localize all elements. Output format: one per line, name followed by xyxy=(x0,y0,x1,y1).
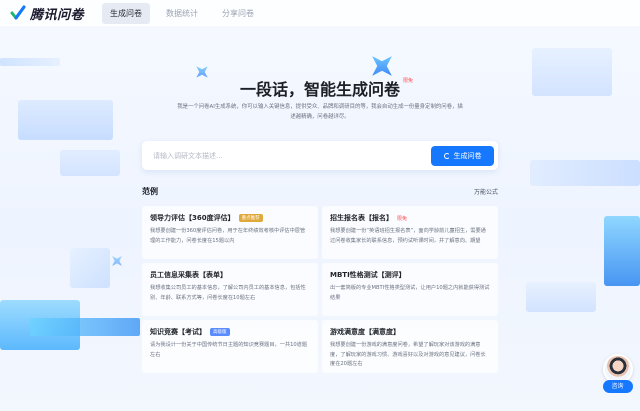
card-title: 员工信息采集表【表单】 xyxy=(150,271,227,279)
tab-generate[interactable]: 生成问卷 xyxy=(102,2,151,24)
decorative-block xyxy=(60,150,120,176)
decorative-block xyxy=(0,58,60,66)
prompt-input[interactable] xyxy=(153,151,431,160)
generate-survey-button[interactable]: 生成问卷 xyxy=(431,145,494,166)
example-card[interactable]: 游戏满意度【满意度】 我想要创建一份游戏的满意度问卷，希望了解玩家对该游戏的满意… xyxy=(322,320,498,373)
top-nav-bar: 腾讯问卷 生成问卷 数据统计 分享问卷 xyxy=(0,0,640,26)
decorative-block xyxy=(30,318,140,336)
formula-link[interactable]: 万能公式 xyxy=(474,187,498,196)
page-description: 我是一个问卷AI生成系统，你可以输入关键信息，提供受众、品牌和调研目的等，我会自… xyxy=(177,104,463,120)
card-title: 招生报名表【报名】 xyxy=(330,214,393,222)
card-description: 我想要创建一份“英语班招生报名表”，面向学龄前儿童招生，需要通过问卷收集家长的联… xyxy=(330,228,486,244)
tab-statistics[interactable]: 数据统计 xyxy=(158,3,206,24)
example-cards: 领导力评估【360度评估】 重点推荐 我想要创建一份360度评估问卷，用于在年终… xyxy=(142,206,498,373)
card-description: 出一套简版的专业MBTI性格类型测试，让用户10题之内就能获得测试结果 xyxy=(330,285,490,301)
prompt-box: 生成问卷 xyxy=(142,141,498,170)
examples-title: 范例 xyxy=(142,187,158,196)
examples-header: 范例 万能公式 xyxy=(142,186,498,197)
free-badge: 限免 xyxy=(403,78,414,84)
premium-tag: 高级版 xyxy=(210,328,230,336)
card-title: 领导力评估【360度评估】 xyxy=(150,214,235,222)
sparkle-icon xyxy=(107,251,127,271)
decorative-block xyxy=(18,100,113,140)
decorative-block xyxy=(70,248,110,288)
decorative-block xyxy=(526,282,596,312)
example-card[interactable]: MBTI性格测试【测评】 出一套简版的专业MBTI性格类型测试，让用户10题之内… xyxy=(322,263,498,316)
card-description: 我想要创建一份360度评估问卷，用于在年终绩效考核中评估中层管理的工作能力，问卷… xyxy=(150,228,306,244)
consult-button[interactable]: 咨询 xyxy=(602,380,633,393)
decorative-block xyxy=(530,160,640,186)
logo[interactable]: 腾讯问卷 xyxy=(10,4,84,23)
page-title: 一段话，智能生成问卷 xyxy=(239,80,400,99)
decorative-block xyxy=(604,216,640,286)
example-card[interactable]: 员工信息采集表【表单】 我想收集公司员工的基本信息，了解公司内员工的基本信息，包… xyxy=(142,263,318,316)
logo-check-icon xyxy=(10,5,26,20)
example-card[interactable]: 知识竞赛【考试】 高级版 请为我设计一份关于中国传统节日主题的知识竞赛题目，一共… xyxy=(142,320,318,373)
example-card[interactable]: 招生报名表【报名】 限免 我想要创建一份“英语班招生报名表”，面向学龄前儿童招生… xyxy=(322,206,498,259)
consult-widget[interactable]: 咨询 xyxy=(601,354,634,402)
loading-icon xyxy=(443,152,450,159)
example-card[interactable]: 领导力评估【360度评估】 重点推荐 我想要创建一份360度评估问卷，用于在年终… xyxy=(142,206,318,259)
logo-text: 腾讯问卷 xyxy=(30,7,85,23)
tab-share[interactable]: 分享问卷 xyxy=(214,3,262,24)
card-title: 知识竞赛【考试】 xyxy=(150,328,206,336)
recommend-tag: 重点推荐 xyxy=(238,214,263,222)
card-description: 我想收集公司员工的基本信息，了解公司内员工的基本信息，包括性别、年龄、联系方式等… xyxy=(150,285,306,301)
card-title: 游戏满意度【满意度】 xyxy=(330,328,400,336)
generate-button-label: 生成问卷 xyxy=(453,151,482,160)
free-tag: 限免 xyxy=(397,215,408,222)
card-title: MBTI性格测试【测评】 xyxy=(330,271,406,279)
card-description: 请为我设计一份关于中国传统节日主题的知识竞赛题目，一共10道题左右 xyxy=(150,342,308,358)
card-description: 我想要创建一份游戏的满意度问卷，希望了解玩家对该游戏的满意度，了解玩家的游戏习惯… xyxy=(330,342,486,367)
